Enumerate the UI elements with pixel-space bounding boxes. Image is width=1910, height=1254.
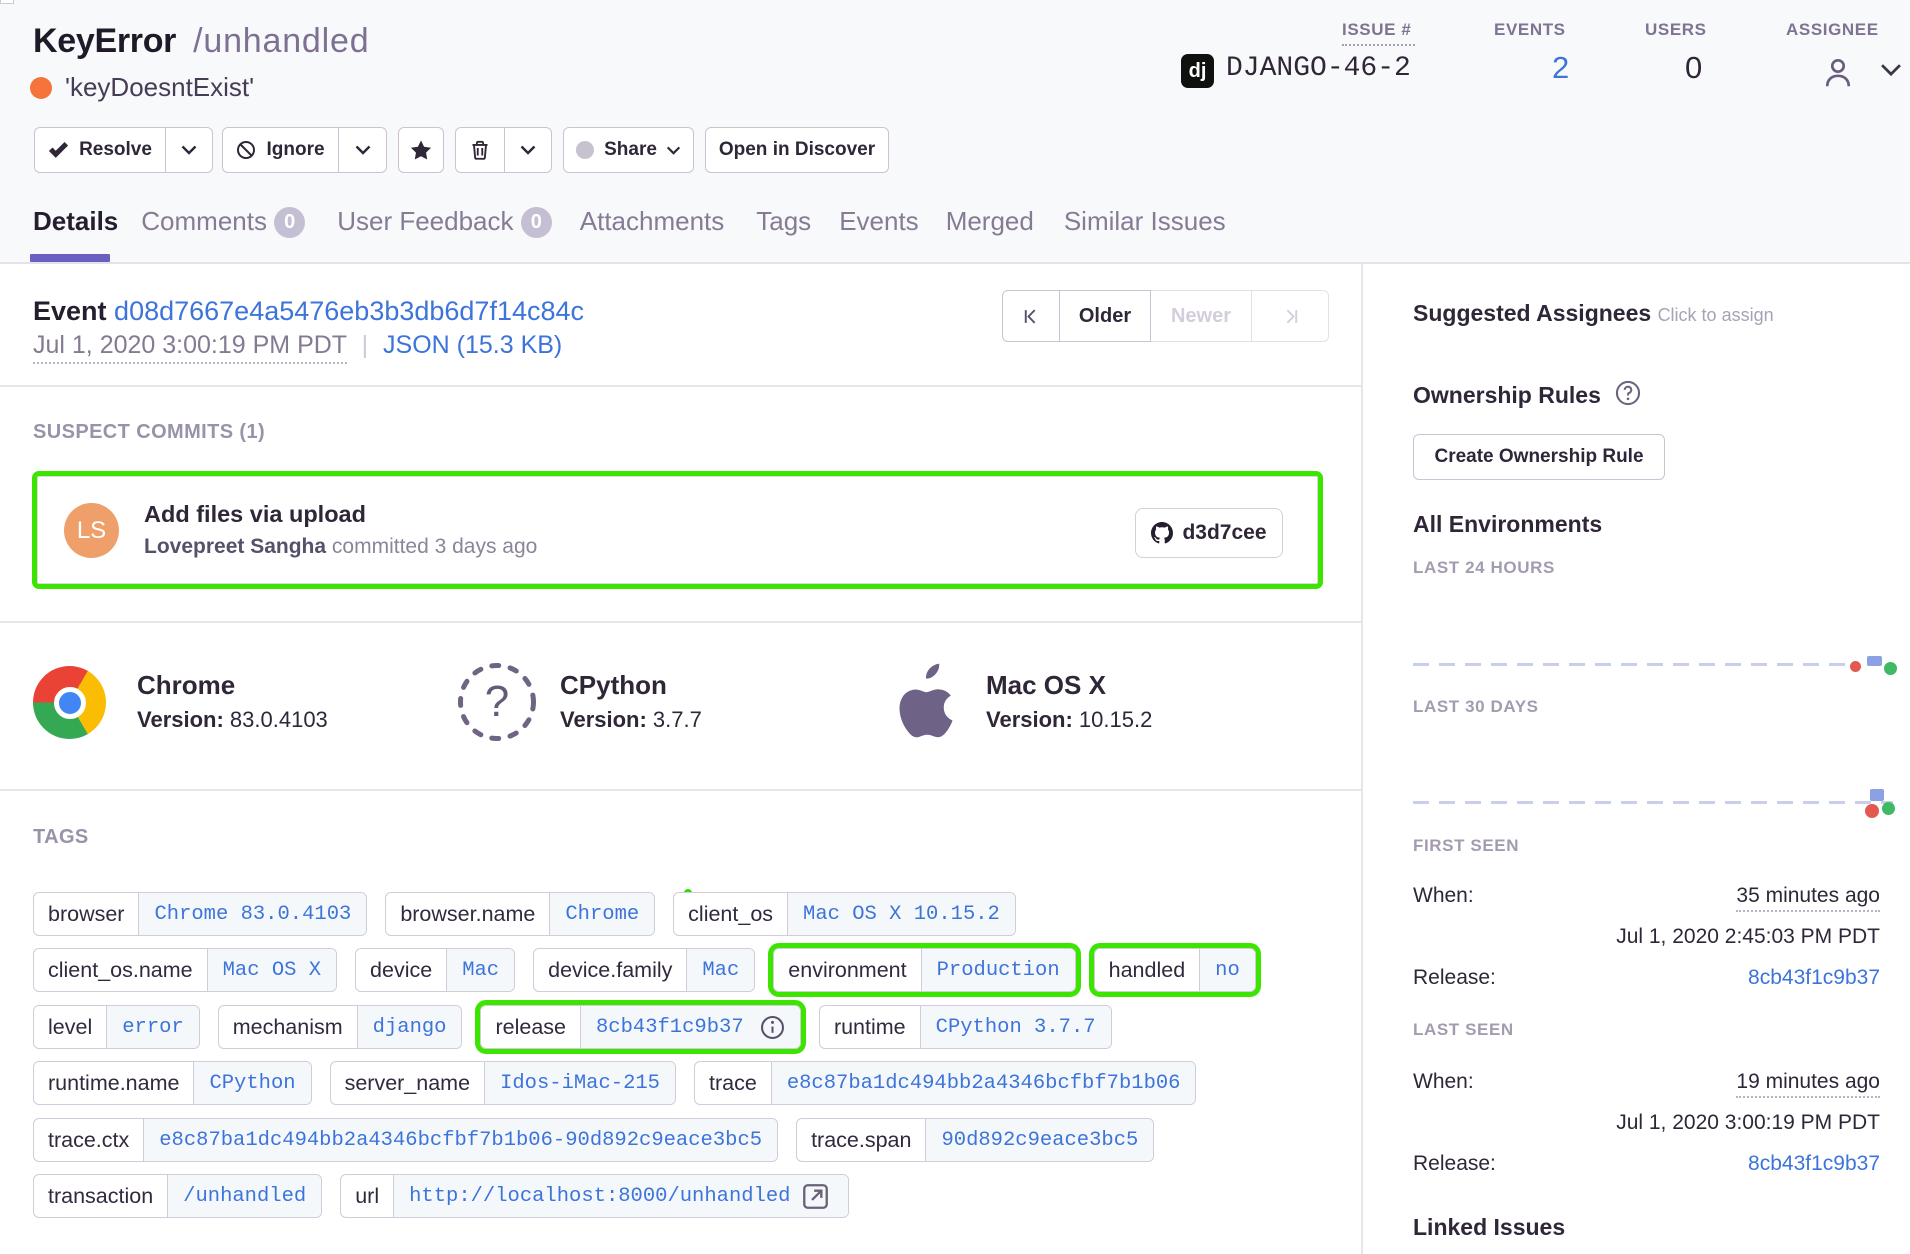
svg-text:?: ? (485, 677, 509, 726)
